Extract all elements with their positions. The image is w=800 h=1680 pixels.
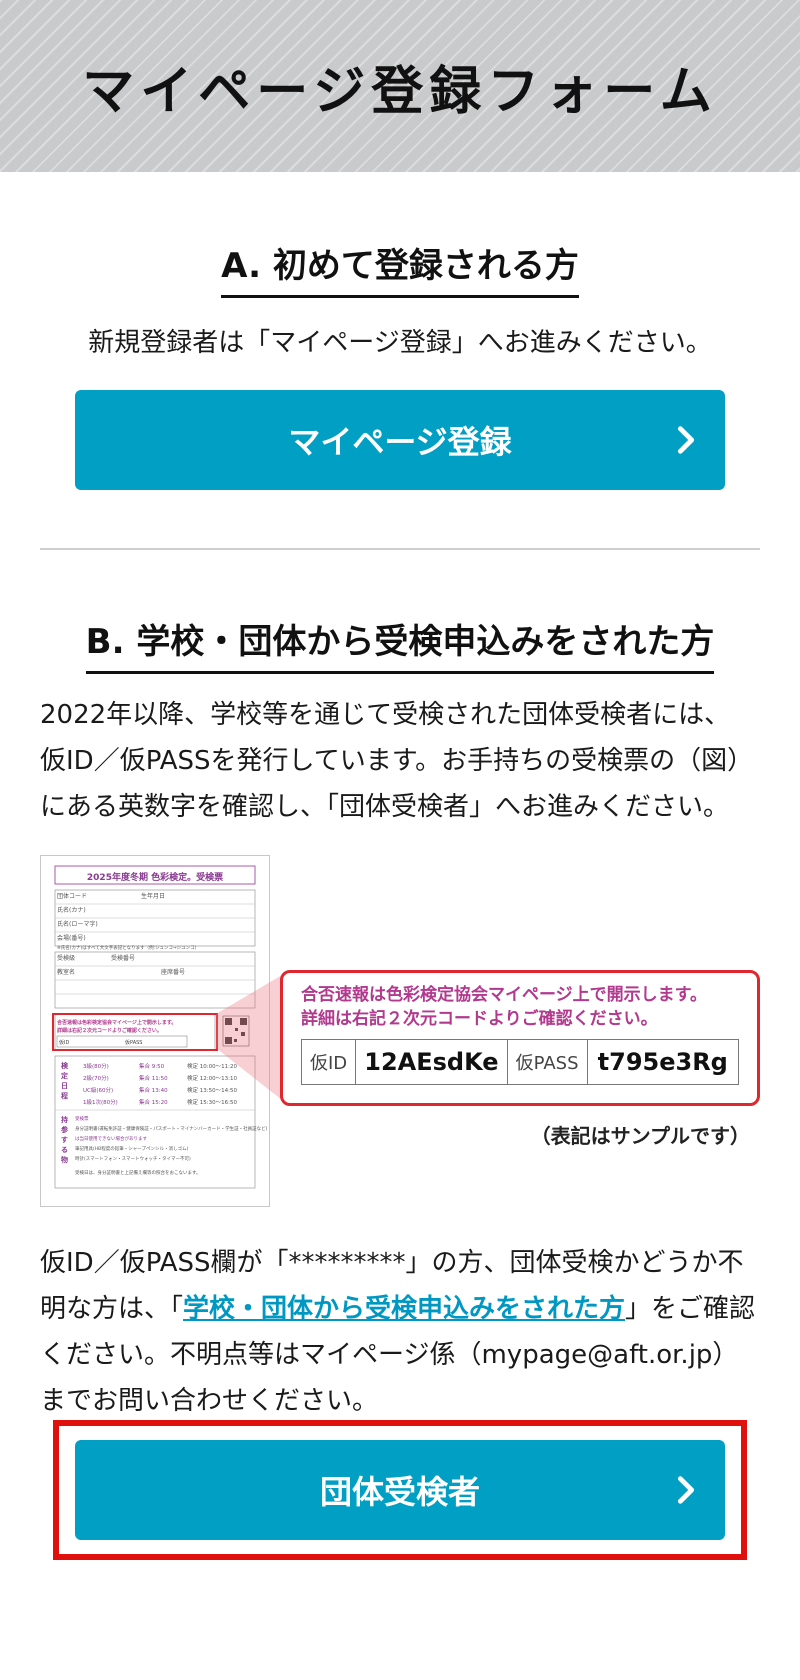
zoom-note-line-1: 合否速報は色彩検定協会マイページ上で開示します。 xyxy=(301,985,707,1005)
temp-id-label: 仮ID xyxy=(302,1040,357,1084)
sample-note: （表記はサンプルです） xyxy=(530,1124,750,1148)
temp-pass-value: t795e3Rg xyxy=(597,1048,728,1076)
section-b-help-text: 仮ID／仮PASS欄が「*********」の方、団体受検かどうか不明な方は、「… xyxy=(40,1240,760,1424)
group-examinee-button-label: 団体受検者 xyxy=(319,1473,480,1511)
school-group-link[interactable]: 学校・団体から受検申込みをされた方 xyxy=(183,1294,625,1324)
temp-id-row: 仮ID 12AEsdKe 仮PASS t795e3Rg xyxy=(301,1039,739,1085)
temp-pass-label: 仮PASS xyxy=(507,1040,588,1084)
temp-id-value: 12AEsdKe xyxy=(356,1040,508,1084)
temp-id-zoom-box: 合否速報は色彩検定協会マイページ上で開示します。 詳細は右記２次元コードよりご確… xyxy=(280,970,760,1106)
group-examinee-button[interactable]: 団体受検者 xyxy=(75,1440,725,1540)
chevron-right-icon xyxy=(677,1476,695,1504)
zoom-note-line-2: 詳細は右記２次元コードよりご確認ください。 xyxy=(301,1009,658,1029)
